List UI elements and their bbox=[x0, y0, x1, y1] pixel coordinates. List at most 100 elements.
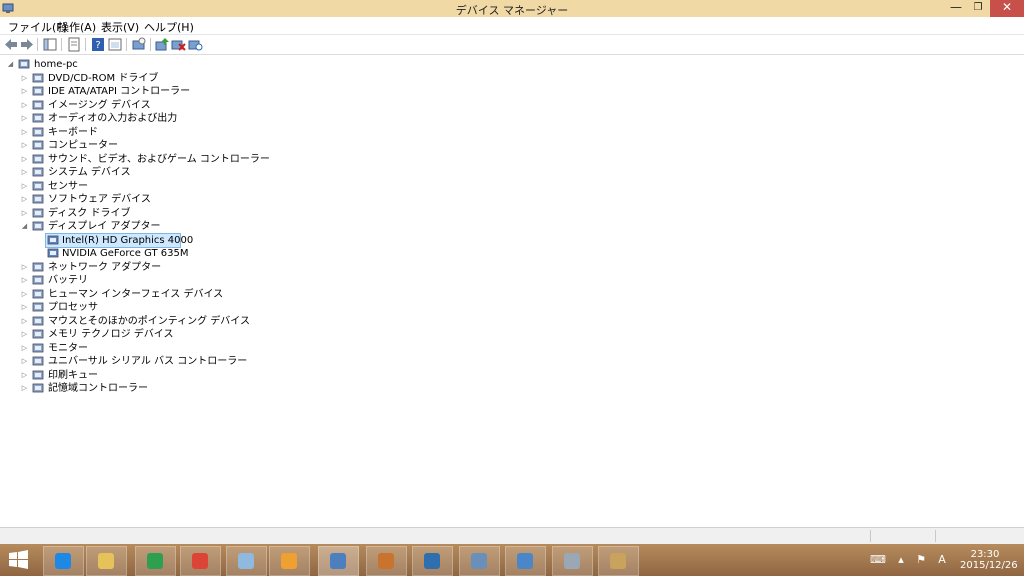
expand-toggle-icon[interactable]: ▷ bbox=[20, 330, 29, 339]
action-center-icon[interactable]: ⚑ bbox=[913, 553, 929, 566]
help-icon[interactable]: ? bbox=[90, 37, 106, 52]
expand-toggle-icon[interactable]: ▷ bbox=[20, 141, 29, 150]
store-icon bbox=[147, 553, 163, 569]
tree-category-item[interactable]: ◢ ディスプレイ アダプター bbox=[0, 220, 260, 233]
taskbar-app-button[interactable] bbox=[269, 546, 310, 576]
tree-device-item[interactable]: NVIDIA GeForce GT 635M bbox=[0, 247, 260, 260]
title-bar: デバイス マネージャー — ❐ ✕ bbox=[0, 0, 1024, 18]
disable-device-icon[interactable] bbox=[170, 37, 186, 52]
tree-category-item[interactable]: ▷ ネットワーク アダプター bbox=[0, 261, 260, 274]
toolbar-separator bbox=[85, 38, 86, 51]
view-icon[interactable] bbox=[107, 37, 123, 52]
tree-category-label: メモリ テクノロジ デバイス bbox=[48, 329, 174, 340]
expand-toggle-icon[interactable]: ▷ bbox=[20, 317, 29, 326]
tree-category-label: DVD/CD-ROM ドライブ bbox=[48, 72, 159, 84]
expand-toggle-icon[interactable]: ▷ bbox=[20, 101, 29, 110]
expand-toggle-icon[interactable]: ▷ bbox=[20, 209, 29, 218]
expand-toggle-icon[interactable]: ▷ bbox=[20, 114, 29, 123]
ime-indicator[interactable]: A bbox=[934, 553, 950, 566]
sound-icon bbox=[32, 153, 44, 165]
expand-toggle-icon[interactable]: ▷ bbox=[20, 371, 29, 380]
tree-category-item[interactable]: ▷ 印刷キュー bbox=[0, 369, 260, 382]
taskbar-app-button[interactable] bbox=[180, 546, 221, 576]
back-icon[interactable] bbox=[3, 37, 19, 52]
tree-category-item[interactable]: ▷ バッテリ bbox=[0, 274, 260, 287]
keyboard-icon[interactable]: ⌨ bbox=[870, 553, 886, 566]
status-divider bbox=[870, 530, 871, 542]
expand-toggle-icon[interactable]: ▷ bbox=[20, 276, 29, 285]
tree-category-item[interactable]: ▷ ヒューマン インターフェイス デバイス bbox=[0, 288, 260, 301]
minimize-button[interactable]: — bbox=[946, 0, 966, 17]
expand-toggle-icon[interactable]: ▷ bbox=[20, 128, 29, 137]
taskbar-app-button[interactable] bbox=[318, 546, 359, 576]
taskbar-app-button[interactable] bbox=[366, 546, 407, 576]
start-button[interactable] bbox=[0, 544, 36, 576]
tree-category-item[interactable]: ▷ キーボード bbox=[0, 126, 260, 139]
expand-toggle-icon[interactable]: ▷ bbox=[20, 155, 29, 164]
tree-category-label: センサー bbox=[48, 180, 88, 192]
expand-toggle-icon[interactable]: ▷ bbox=[20, 384, 29, 393]
expand-toggle-icon[interactable]: ▷ bbox=[20, 263, 29, 272]
tree-device-item[interactable]: Intel(R) HD Graphics 4000 bbox=[0, 232, 260, 248]
expand-toggle-icon[interactable]: ▷ bbox=[20, 303, 29, 312]
dvd-drive-icon bbox=[32, 72, 44, 84]
menu-help[interactable]: ヘルプ(H) bbox=[141, 19, 197, 35]
tree-category-item[interactable]: ▷ プロセッサ bbox=[0, 301, 260, 314]
taskbar-app-button[interactable] bbox=[459, 546, 500, 576]
taskbar: ⌨ ▴ ⚑ A 23:30 2015/12/26 bbox=[0, 544, 1024, 576]
network-app-icon bbox=[471, 553, 487, 569]
expand-toggle-icon[interactable]: ▷ bbox=[20, 195, 29, 204]
expand-toggle-icon[interactable]: ▷ bbox=[20, 182, 29, 191]
tree-category-item[interactable]: ▷ 記憶域コントローラー bbox=[0, 382, 260, 395]
tree-category-item[interactable]: ▷ モニター bbox=[0, 342, 260, 355]
show-hidden-icon[interactable]: ▴ bbox=[893, 553, 909, 566]
tree-category-item[interactable]: ▷ センサー bbox=[0, 180, 260, 193]
tree-category-item[interactable]: ▷ オーディオの入力および出力 bbox=[0, 112, 260, 125]
tree-category-item[interactable]: ▷ IDE ATA/ATAPI コントローラー bbox=[0, 85, 260, 98]
maximize-button[interactable]: ❐ bbox=[968, 0, 988, 17]
tree-category-item[interactable]: ▷ DVD/CD-ROM ドライブ bbox=[0, 72, 260, 85]
uninstall-device-icon[interactable] bbox=[187, 37, 203, 52]
tree-root[interactable]: ◢ home-pc bbox=[0, 58, 200, 71]
menu-view[interactable]: 表示(V) bbox=[98, 19, 142, 35]
console-tree-icon[interactable] bbox=[42, 37, 58, 52]
taskbar-app-button[interactable] bbox=[86, 546, 127, 576]
tree-category-item[interactable]: ▷ ユニバーサル シリアル バス コントローラー bbox=[0, 355, 260, 368]
keyboard-icon bbox=[32, 126, 44, 138]
toolbar: ? bbox=[0, 35, 1024, 55]
clock-time: 23:30 bbox=[970, 549, 1000, 560]
tree-category-item[interactable]: ▷ システム デバイス bbox=[0, 166, 260, 179]
tree-category-item[interactable]: ▷ コンピューター bbox=[0, 139, 260, 152]
expand-toggle-icon[interactable]: ▷ bbox=[20, 74, 29, 83]
taskbar-app-button[interactable] bbox=[552, 546, 593, 576]
taskbar-app-button[interactable] bbox=[226, 546, 267, 576]
collapse-toggle-icon[interactable]: ◢ bbox=[20, 222, 29, 231]
collapse-toggle-icon[interactable]: ◢ bbox=[6, 60, 15, 69]
software-device-icon bbox=[32, 193, 44, 205]
taskbar-app-button[interactable] bbox=[135, 546, 176, 576]
system-device-icon bbox=[32, 166, 44, 178]
tree-category-item[interactable]: ▷ サウンド、ビデオ、およびゲーム コントローラー bbox=[0, 153, 270, 166]
taskbar-app-button[interactable] bbox=[598, 546, 639, 576]
expand-toggle-icon[interactable]: ▷ bbox=[20, 87, 29, 96]
tree-category-item[interactable]: ▷ マウスとそのほかのポインティング デバイス bbox=[0, 315, 260, 328]
clock[interactable]: 23:30 2015/12/26 bbox=[960, 549, 1018, 571]
expand-toggle-icon[interactable]: ▷ bbox=[20, 344, 29, 353]
tree-category-item[interactable]: ▷ イメージング デバイス bbox=[0, 99, 260, 112]
taskbar-app-button[interactable] bbox=[412, 546, 453, 576]
tree-category-item[interactable]: ▷ ディスク ドライブ bbox=[0, 207, 260, 220]
scan-hardware-icon[interactable] bbox=[131, 37, 147, 52]
tree-category-item[interactable]: ▷ メモリ テクノロジ デバイス bbox=[0, 328, 260, 341]
expand-toggle-icon[interactable]: ▷ bbox=[20, 290, 29, 299]
expand-toggle-icon[interactable]: ▷ bbox=[20, 168, 29, 177]
taskbar-app-button[interactable] bbox=[43, 546, 84, 576]
tree-category-item[interactable]: ▷ ソフトウェア デバイス bbox=[0, 193, 260, 206]
taskbar-app-button[interactable] bbox=[505, 546, 546, 576]
properties-icon[interactable] bbox=[66, 37, 82, 52]
menu-action[interactable]: 操作(A) bbox=[55, 19, 99, 35]
forward-icon[interactable] bbox=[19, 37, 35, 52]
expand-toggle-icon[interactable]: ▷ bbox=[20, 357, 29, 366]
app-icon bbox=[378, 553, 394, 569]
close-button[interactable]: ✕ bbox=[990, 0, 1024, 17]
update-driver-icon[interactable] bbox=[154, 37, 170, 52]
